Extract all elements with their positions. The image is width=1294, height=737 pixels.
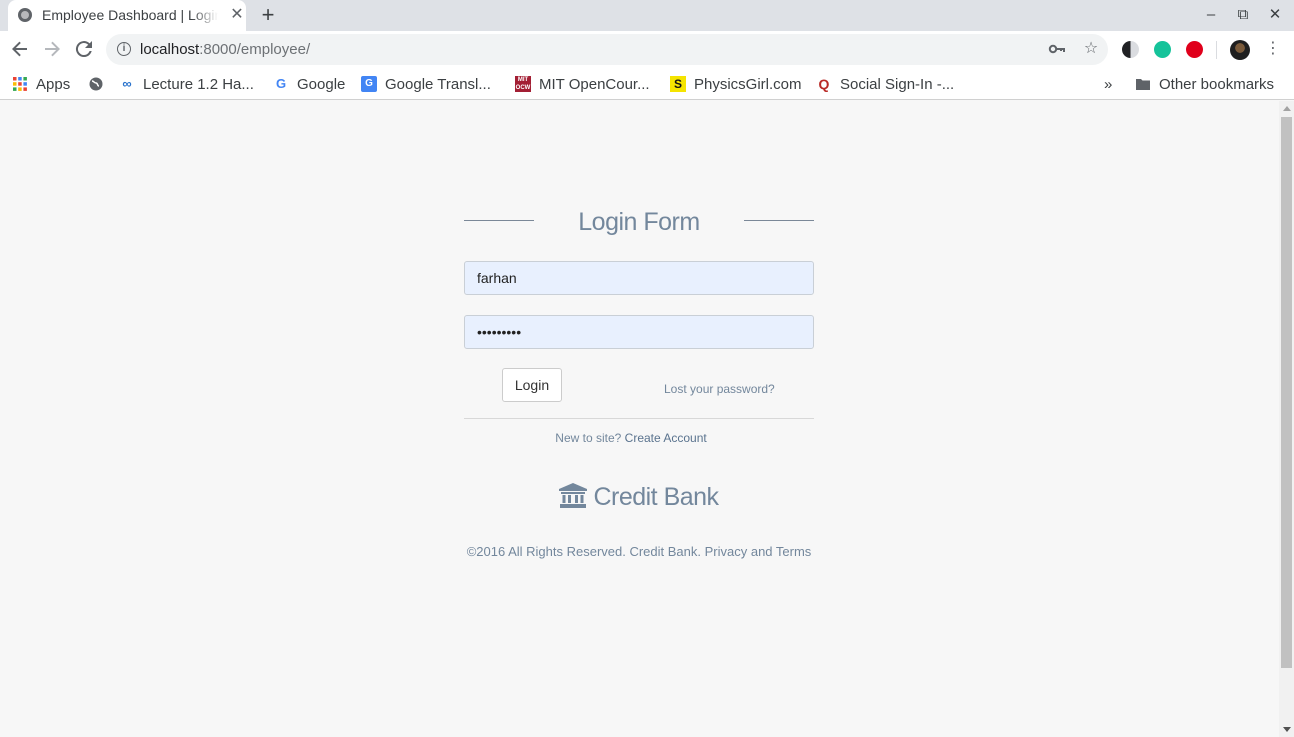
scrollbar-thumb[interactable] — [1281, 117, 1292, 668]
login-button[interactable]: Login — [502, 368, 562, 402]
page-title: Login Form — [578, 208, 700, 236]
bookmarks-bar: Apps ∞ Lecture 1.2 Ha... G Google G Goog… — [0, 68, 1294, 100]
url-text: localhost:8000/employee/ — [140, 41, 311, 58]
scroll-down-arrow-icon[interactable] — [1283, 727, 1291, 732]
create-account-link[interactable]: Create Account — [625, 431, 707, 445]
bookmark-label: Other bookmarks — [1159, 75, 1275, 93]
site-info-icon[interactable]: i — [117, 42, 131, 56]
login-form-header: Login Form — [464, 205, 814, 237]
reload-icon[interactable] — [72, 37, 96, 61]
divider — [464, 418, 814, 419]
title-divider-right — [744, 220, 814, 221]
grammarly-icon[interactable] — [1154, 41, 1171, 58]
menu-kebab-icon[interactable]: ⋮ — [1261, 37, 1285, 61]
back-arrow-icon[interactable] — [8, 37, 32, 61]
bookmark-mit-ocw[interactable]: MIT OCW MIT OpenCour... — [515, 74, 650, 94]
mit-ocw-icon: MIT OCW — [515, 76, 531, 92]
lost-password-link[interactable]: Lost your password? — [664, 382, 775, 396]
bookmark-social-signin[interactable]: Q Social Sign-In -... — [816, 74, 955, 94]
bookmark-label: Social Sign-In -... — [840, 75, 955, 93]
brand-logo: Credit Bank — [464, 483, 814, 515]
password-field[interactable] — [464, 315, 814, 349]
scroll-up-arrow-icon[interactable] — [1283, 106, 1291, 111]
username-field[interactable] — [464, 261, 814, 295]
bookmark-label: Lecture 1.2 Ha... — [143, 75, 254, 93]
profile-avatar[interactable] — [1230, 40, 1250, 60]
google-icon: G — [275, 76, 287, 91]
signup-prompt: New to site? Create Account — [464, 431, 798, 445]
star-icon[interactable]: ☆ — [1082, 40, 1100, 58]
bookmark-google-translate[interactable]: G Google Transl... — [361, 74, 491, 94]
tab-title: Employee Dashboard | Login — [42, 7, 218, 23]
globe-icon — [18, 8, 32, 22]
apps-grid-icon — [12, 76, 28, 92]
bookmark-google[interactable]: G Google — [273, 74, 345, 94]
chevron-double-right-icon: » — [1104, 75, 1113, 93]
browser-toolbar: i localhost:8000/employee/ ☆ ⋮ — [0, 31, 1294, 68]
adblock-icon[interactable] — [1186, 41, 1203, 58]
window-close-icon[interactable]: ✕ — [1265, 5, 1285, 25]
minimize-icon[interactable]: – — [1201, 5, 1221, 25]
bookmark-label: Google — [297, 75, 346, 93]
bookmark-physicsgirl[interactable]: S PhysicsGirl.com — [670, 74, 802, 94]
tab-close-icon[interactable]: ✕ — [228, 6, 246, 24]
physicsgirl-icon: S — [670, 76, 686, 92]
bookmark-label: Google Transl... — [385, 75, 491, 93]
folder-icon — [1135, 76, 1151, 92]
dark-mode-extension-icon[interactable] — [1122, 41, 1139, 58]
bookmark-lecture[interactable]: ∞ Lecture 1.2 Ha... — [119, 74, 254, 94]
forward-arrow-icon[interactable] — [40, 37, 64, 61]
google-translate-icon: G — [361, 76, 377, 92]
maximize-icon[interactable]: ⧉ — [1233, 5, 1253, 25]
page-viewport: Login Form Login Lost your password? New… — [0, 101, 1279, 737]
other-bookmarks-folder[interactable]: Other bookmarks — [1135, 74, 1274, 94]
tab-strip: Employee Dashboard | Login ✕ + – ⧉ ✕ — [0, 0, 1294, 31]
new-tab-button[interactable]: + — [257, 4, 279, 26]
quora-icon: Q — [818, 76, 830, 92]
brand-name: Credit Bank — [593, 483, 719, 511]
address-bar[interactable]: i localhost:8000/employee/ ☆ — [106, 34, 1108, 65]
bookmark-label: PhysicsGirl.com — [694, 75, 802, 93]
coursera-icon: ∞ — [122, 76, 132, 91]
bookmarks-overflow-button[interactable]: » — [1104, 74, 1112, 94]
bank-icon — [559, 483, 588, 515]
bookmark-label: Apps — [36, 75, 71, 93]
browser-tab[interactable]: Employee Dashboard | Login ✕ — [8, 0, 246, 31]
toolbar-divider — [1216, 41, 1217, 59]
footer-text: ©2016 All Rights Reserved. Credit Bank. … — [466, 544, 812, 559]
globe-icon — [88, 76, 104, 92]
bookmark-label: MIT OpenCour... — [539, 75, 650, 93]
key-icon[interactable] — [1048, 40, 1066, 58]
bookmark-apps[interactable]: Apps — [12, 74, 70, 94]
new-to-site-text: New to site? — [555, 431, 622, 445]
bookmark-globe[interactable] — [88, 74, 112, 94]
vertical-scrollbar[interactable] — [1279, 101, 1294, 737]
